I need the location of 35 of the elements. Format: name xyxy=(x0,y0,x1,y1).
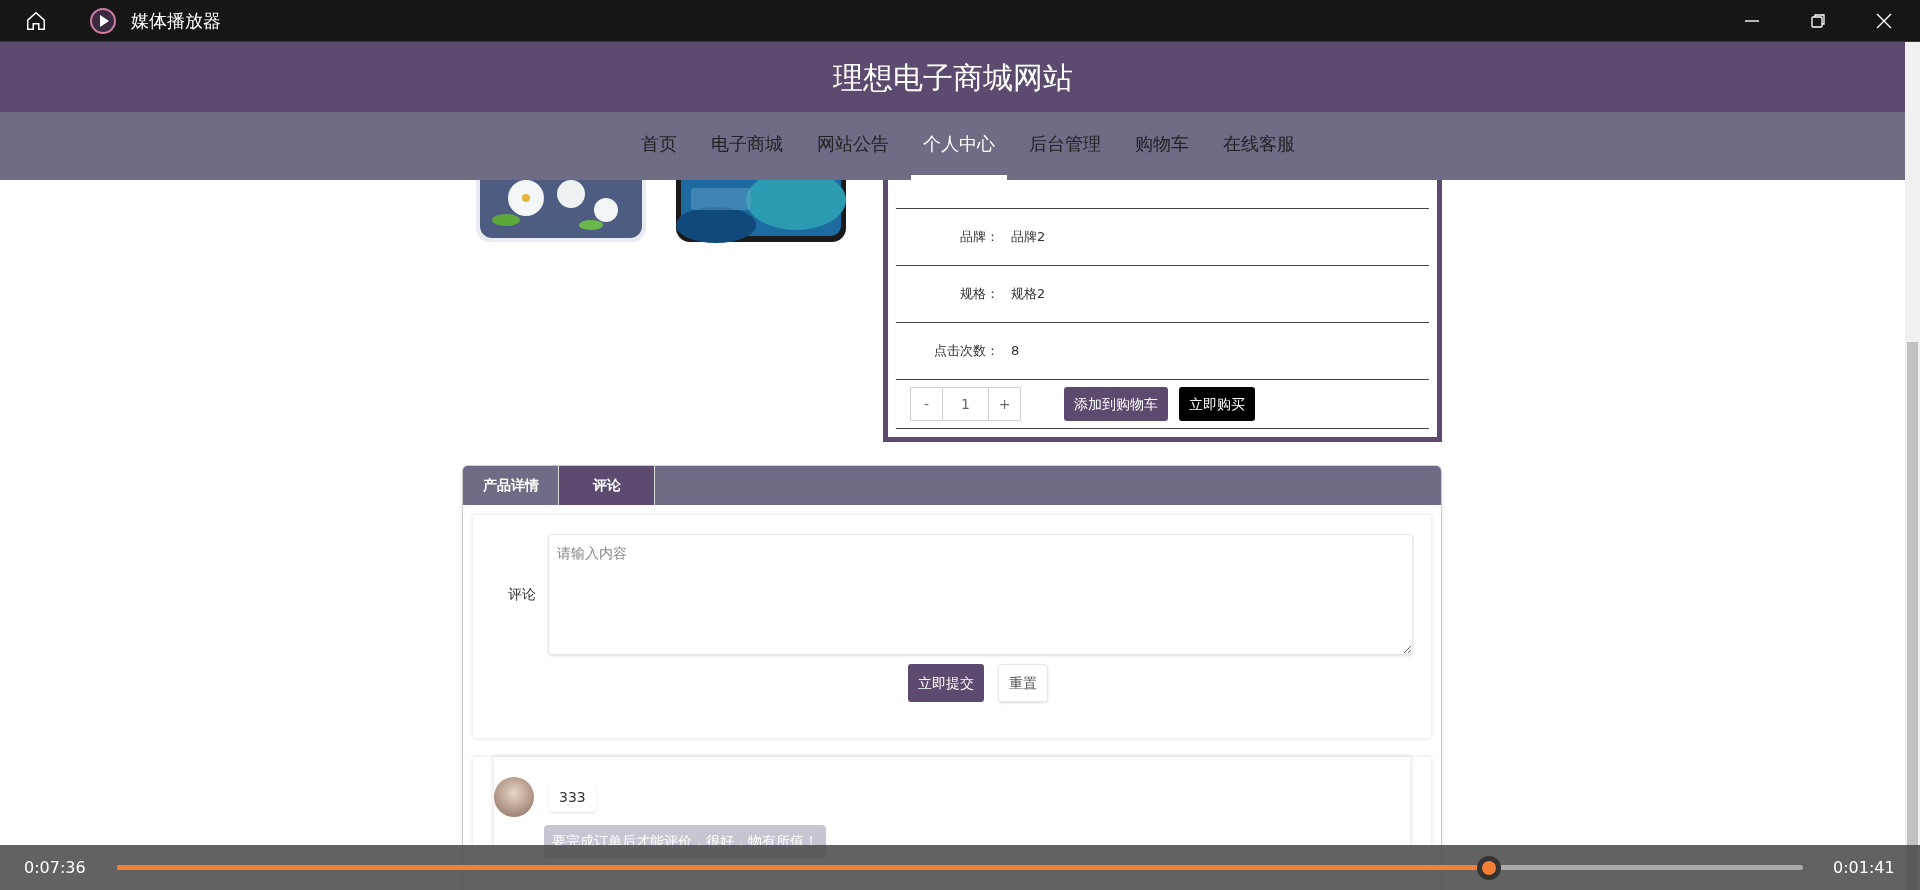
attribute-label: 品牌： xyxy=(959,228,999,247)
tab[interactable]: 产品详情 xyxy=(463,466,559,505)
nav-link[interactable]: 后台管理 xyxy=(1016,112,1113,180)
attribute-label: 点击次数： xyxy=(933,342,999,361)
nav-link[interactable]: 网站公告 xyxy=(804,112,901,180)
home-icon[interactable] xyxy=(25,9,47,32)
progress-thumb[interactable] xyxy=(1477,856,1502,880)
nav-link[interactable]: 个人中心 xyxy=(910,112,1007,180)
submit-button[interactable]: 立即提交 xyxy=(908,664,984,702)
tab[interactable]: 评论 xyxy=(559,466,655,505)
play-icon xyxy=(89,6,117,35)
elapsed-time: 0:07:36 xyxy=(24,856,87,879)
avatar xyxy=(494,777,534,817)
nav-link[interactable]: 购物车 xyxy=(1122,112,1201,180)
attribute-label: 规格： xyxy=(959,285,999,304)
attribute-value: 规格2 xyxy=(1011,285,1046,304)
window-title: 媒体播放器 xyxy=(131,9,221,33)
site-title: 理想电子商城网站 xyxy=(832,58,1073,97)
reset-button[interactable]: 重置 xyxy=(998,664,1048,702)
nav-link[interactable]: 在线客服 xyxy=(1210,112,1307,180)
nav-link[interactable]: 电子商城 xyxy=(698,112,795,180)
form-label: 评论 xyxy=(507,585,536,604)
decrease-button[interactable]: - xyxy=(910,387,943,421)
comment-field[interactable]: 请输入内容 xyxy=(548,534,1413,655)
buy-now-button[interactable]: 立即购买 xyxy=(1179,387,1255,421)
restore-icon[interactable] xyxy=(1810,12,1826,29)
remaining-time: 0:01:41 xyxy=(1833,856,1895,879)
add-to-cart-button[interactable]: 添加到购物车 xyxy=(1064,387,1168,421)
increase-button[interactable]: + xyxy=(988,387,1021,421)
close-icon[interactable] xyxy=(1876,12,1892,29)
quantity-field[interactable]: 1 xyxy=(943,387,988,421)
attribute-value: 8 xyxy=(1011,342,1020,361)
attribute-value: 品牌2 xyxy=(1011,228,1046,247)
comment-user: 333 xyxy=(549,782,596,812)
nav-link[interactable]: 首页 xyxy=(628,112,689,180)
